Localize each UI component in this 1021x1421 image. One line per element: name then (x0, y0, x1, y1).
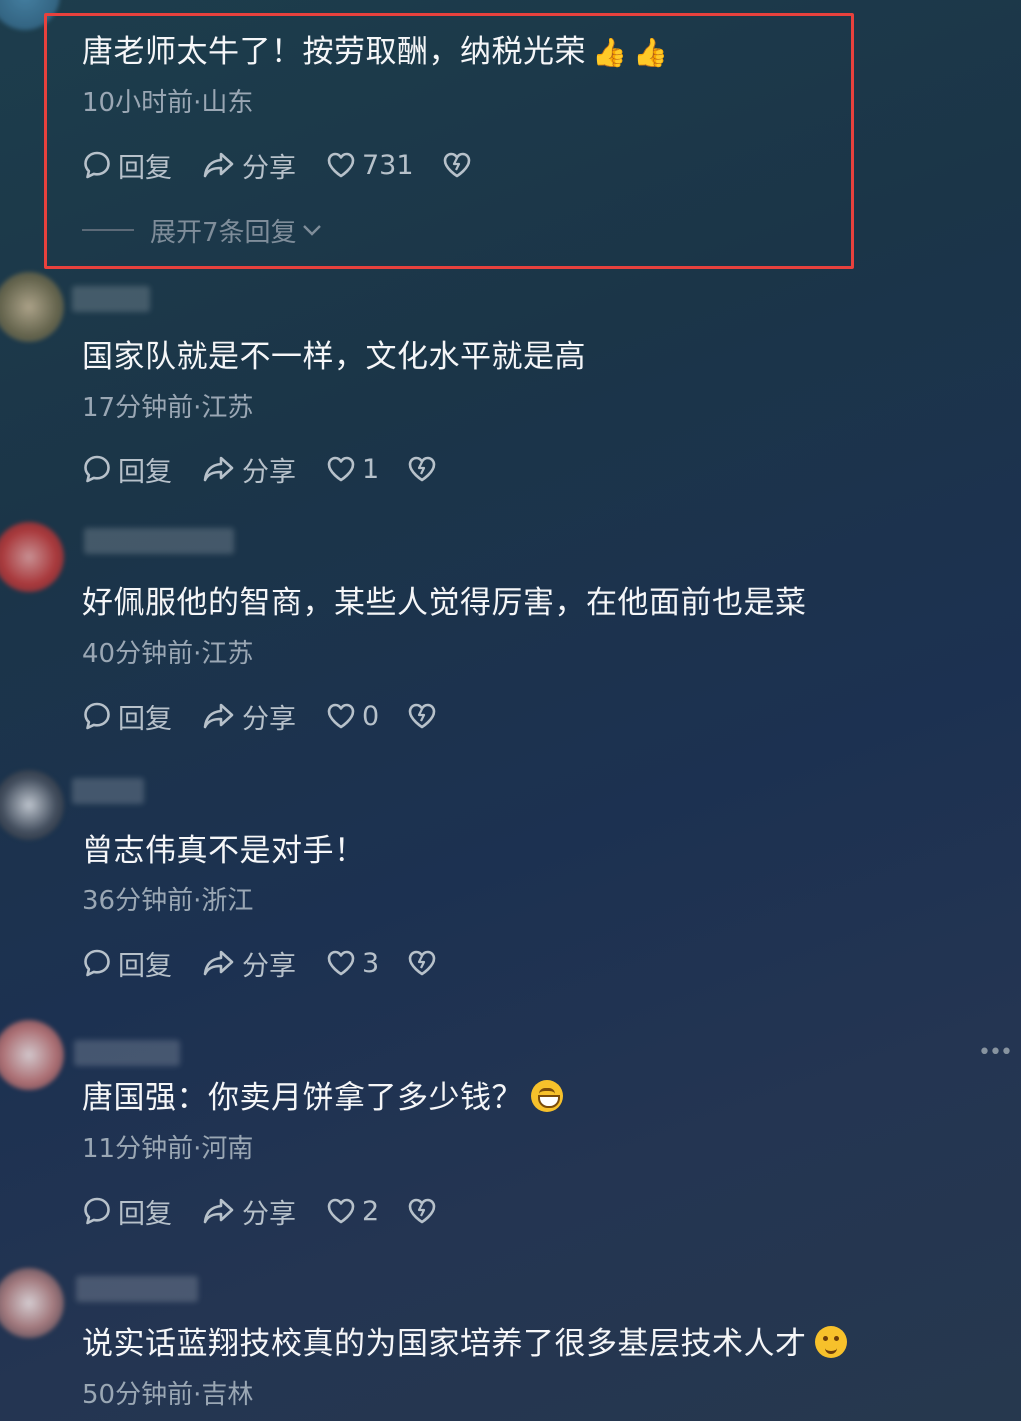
share-arrow-icon (203, 456, 234, 482)
highlight-box (44, 13, 854, 269)
reply-label: 回复 (118, 950, 172, 982)
like-button[interactable]: 3 (326, 948, 379, 979)
like-count: 3 (362, 947, 380, 979)
username-blurred (72, 286, 150, 312)
avatar[interactable] (0, 1020, 64, 1090)
comment-text: 唐国强：你卖月饼拿了多少钱？ (82, 1078, 563, 1118)
share-arrow-icon (203, 950, 234, 976)
speech-bubble-icon (84, 455, 110, 483)
comment-meta: 17分钟前·江苏 (82, 393, 254, 423)
heart-icon (327, 1198, 355, 1224)
dislike-button[interactable] (407, 455, 437, 483)
avatar[interactable] (0, 1268, 64, 1338)
username-blurred (76, 1276, 198, 1302)
reply-button[interactable]: 回复 (82, 944, 202, 983)
share-button[interactable]: 分享 (202, 450, 326, 489)
reply-label: 回复 (118, 703, 172, 735)
more-options-icon[interactable]: ••• (978, 1040, 1013, 1065)
comment-actions: 回复 分享 2 (82, 1191, 437, 1231)
share-button[interactable]: 分享 (202, 697, 326, 736)
reply-label: 回复 (118, 1198, 172, 1230)
reply-button[interactable]: 回复 (82, 450, 202, 489)
comment-text: 国家队就是不一样，文化水平就是高 (82, 339, 586, 375)
comment-text: 好佩服他的智商，某些人觉得厉害，在他面前也是菜 (82, 585, 807, 621)
heart-icon (327, 456, 355, 482)
comment-text: 曾志伟真不是对手！ (82, 833, 366, 869)
speech-bubble-icon (84, 1197, 110, 1225)
share-label: 分享 (242, 456, 296, 488)
comment-meta: 40分钟前·江苏 (82, 639, 254, 669)
share-label: 分享 (242, 950, 296, 982)
broken-heart-icon (408, 456, 436, 482)
comment-actions: 回复 分享 0 (82, 696, 437, 736)
heart-icon (327, 703, 355, 729)
username-blurred (84, 528, 234, 554)
like-button[interactable]: 0 (326, 701, 379, 732)
like-count: 1 (362, 453, 380, 485)
comment-text: 说实话蓝翔技校真的为国家培养了很多基层技术人才 (82, 1324, 847, 1364)
reply-label: 回复 (118, 456, 172, 488)
share-arrow-icon (203, 703, 234, 729)
comment-meta: 36分钟前·浙江 (82, 886, 254, 916)
share-button[interactable]: 分享 (202, 944, 326, 983)
dislike-button[interactable] (407, 702, 437, 730)
avatar[interactable] (0, 272, 64, 342)
share-button[interactable]: 分享 (202, 1192, 326, 1231)
username-blurred (74, 1040, 180, 1066)
reply-button[interactable]: 回复 (82, 697, 202, 736)
reply-button[interactable]: 回复 (82, 1192, 202, 1231)
speech-bubble-icon (84, 702, 110, 730)
comment-meta: 50分钟前·吉林 (82, 1380, 254, 1410)
grinning-emoji (531, 1080, 563, 1112)
like-button[interactable]: 1 (326, 454, 379, 485)
broken-heart-icon (408, 1198, 436, 1224)
like-count: 2 (362, 1195, 380, 1227)
comment-actions: 回复 分享 3 (82, 943, 437, 983)
share-arrow-icon (203, 1198, 234, 1224)
avatar[interactable] (0, 770, 64, 840)
comment-meta: 11分钟前·河南 (82, 1134, 254, 1164)
dislike-button[interactable] (407, 1197, 437, 1225)
username-blurred (72, 778, 144, 804)
heart-icon (327, 950, 355, 976)
share-label: 分享 (242, 703, 296, 735)
comment-actions: 回复 分享 1 (82, 449, 437, 489)
smirk-emoji (814, 1326, 847, 1358)
share-label: 分享 (242, 1198, 296, 1230)
broken-heart-icon (408, 703, 436, 729)
like-count: 0 (362, 700, 380, 732)
dislike-button[interactable] (407, 949, 437, 977)
like-button[interactable]: 2 (326, 1196, 379, 1227)
broken-heart-icon (408, 950, 436, 976)
speech-bubble-icon (84, 949, 110, 977)
avatar[interactable] (0, 522, 64, 592)
